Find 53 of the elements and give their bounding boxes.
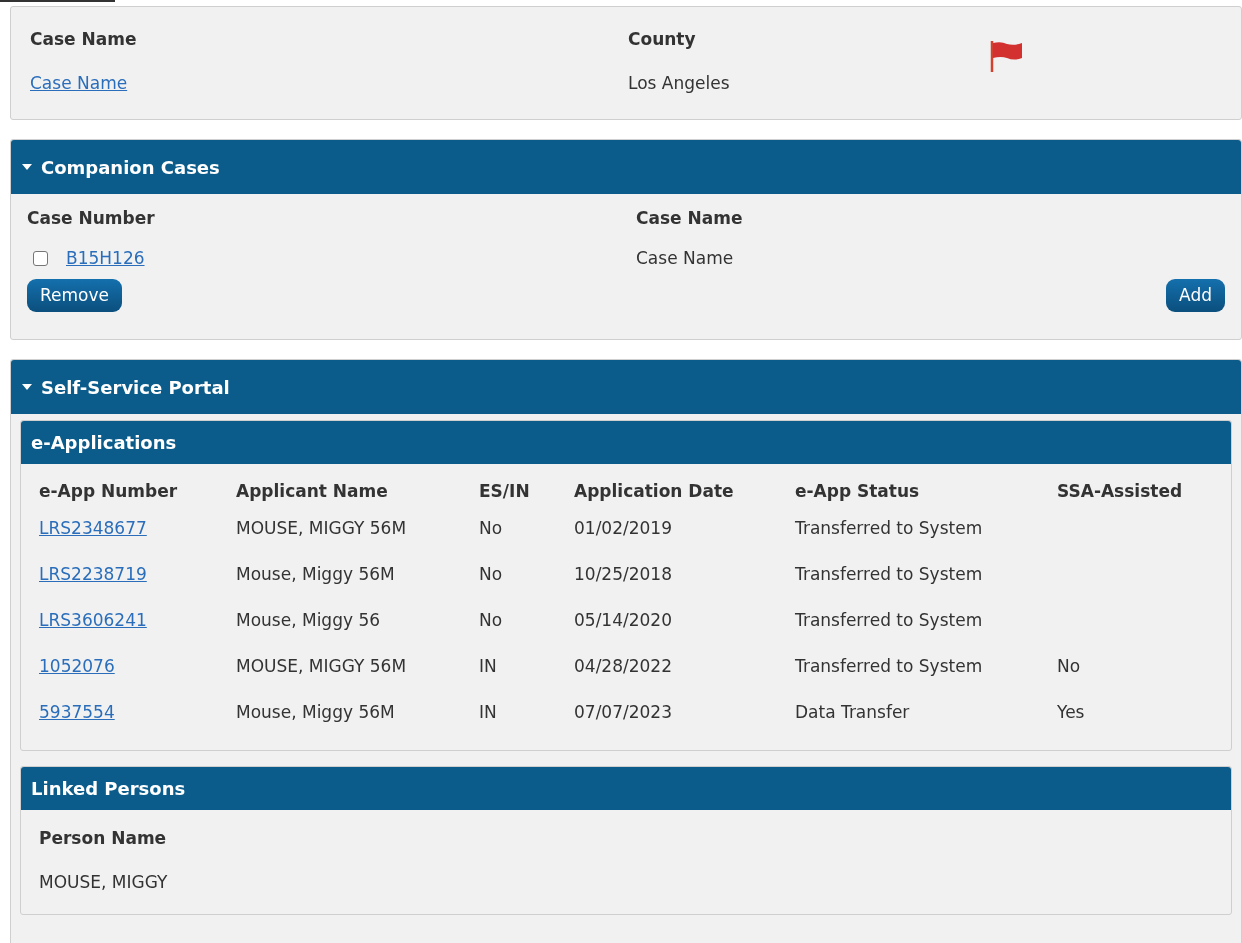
case-name-link[interactable]: Case Name <box>30 70 128 96</box>
table-cell: No <box>479 518 503 539</box>
table-cell: Yes <box>1057 702 1085 723</box>
table-cell: Data Transfer <box>795 702 910 723</box>
e-app-number-link[interactable]: LRS3606241 <box>39 610 147 631</box>
e-app-number-link[interactable]: LRS2238719 <box>39 564 147 585</box>
table-cell-text: Case Name <box>636 246 734 270</box>
table-cell: Mouse, Miggy 56 <box>236 610 381 631</box>
section-title: Companion Cases <box>41 155 220 180</box>
field-label: County <box>628 28 697 51</box>
table-cell: Mouse, Miggy 56M <box>236 564 395 585</box>
field-value: Los Angeles <box>628 71 730 95</box>
column-header: ES/IN <box>479 481 530 502</box>
table-cell: IN <box>479 656 497 677</box>
table-cell: MOUSE, MIGGY 56M <box>236 518 407 539</box>
column-header: SSA-Assisted <box>1057 481 1183 502</box>
row-checkbox[interactable] <box>33 250 48 266</box>
table-cell: Transferred to System <box>795 518 983 539</box>
table-cell: No <box>479 564 503 585</box>
section-header[interactable]: Self-Service Portal <box>11 360 1241 414</box>
table-cell: 10/25/2018 <box>574 564 672 585</box>
table-cell: Transferred to System <box>795 564 983 585</box>
e-app-number-link[interactable]: LRS2348677 <box>39 518 147 539</box>
table-cell: 07/07/2023 <box>574 702 672 723</box>
column-header: e-App Number <box>39 481 178 502</box>
table-cell: MOUSE, MIGGY 56M <box>236 656 407 677</box>
table-cell-text: MOUSE, MIGGY <box>39 870 168 894</box>
case-number-link[interactable]: B15H126 <box>66 245 145 271</box>
panel-header: e-Applications <box>21 421 1231 464</box>
flag-icon <box>989 39 1023 73</box>
remove-button[interactable]: Remove <box>27 279 122 312</box>
field-label: Case Name <box>30 28 138 51</box>
table-cell: Transferred to System <box>795 610 983 631</box>
column-header: Case Number <box>27 207 156 230</box>
table-cell: No <box>479 610 503 631</box>
column-header: Case Name <box>636 207 743 230</box>
table-cell: 05/14/2020 <box>574 610 672 631</box>
table-cell: 01/02/2019 <box>574 518 672 539</box>
column-header: e-App Status <box>795 481 920 502</box>
e-app-number-link[interactable]: 1052076 <box>39 656 115 677</box>
panel-header: Linked Persons <box>21 767 1231 810</box>
table-cell: Transferred to System <box>795 656 983 677</box>
column-header: Applicant Name <box>236 481 388 502</box>
section-title: Self-Service Portal <box>41 375 230 400</box>
table-cell: 04/28/2022 <box>574 656 672 677</box>
e-app-number-link[interactable]: 5937554 <box>39 702 115 723</box>
add-button[interactable]: Add <box>1166 279 1225 312</box>
section-header[interactable]: Companion Cases <box>11 140 1241 194</box>
table-cell: IN <box>479 702 497 723</box>
column-header: Person Name <box>39 827 167 850</box>
column-header: Application Date <box>574 481 734 502</box>
table-cell: No <box>1057 656 1081 677</box>
table-cell: Mouse, Miggy 56M <box>236 702 395 723</box>
